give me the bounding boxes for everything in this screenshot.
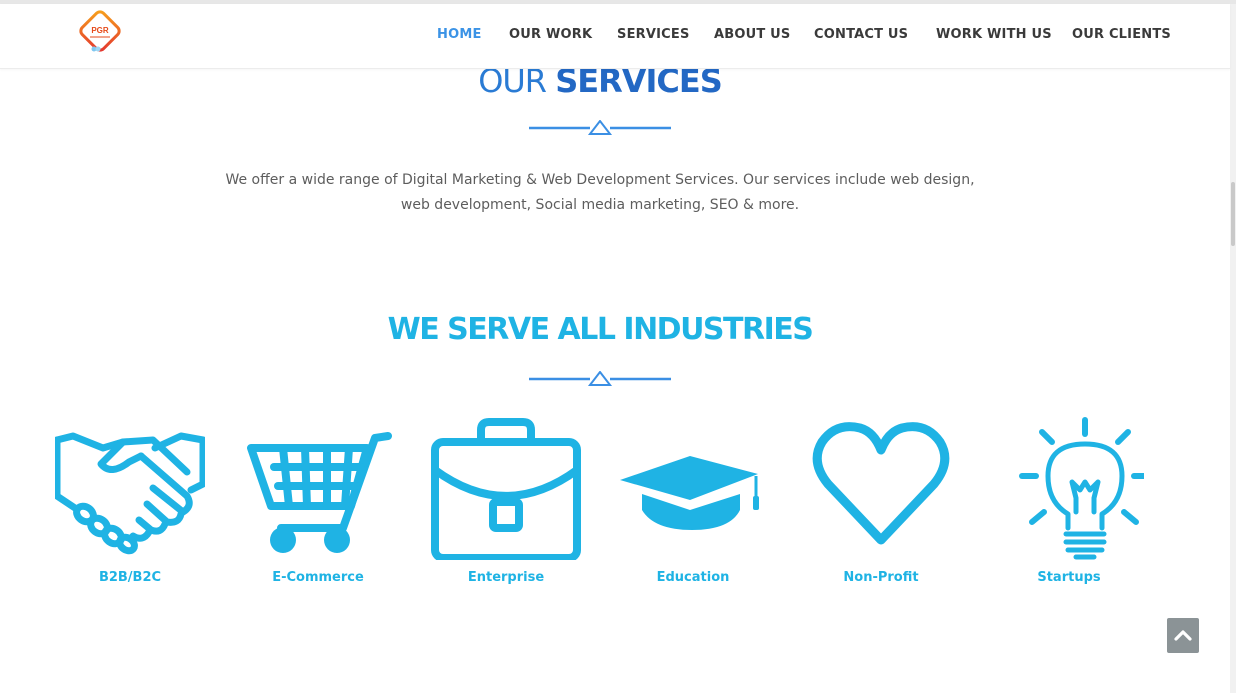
intro-line-1: We offer a wide range of Digital Marketi…	[225, 172, 975, 188]
nav-services[interactable]: SERVICES	[617, 27, 690, 42]
services-divider	[529, 120, 671, 135]
scrollbar-thumb[interactable]	[1231, 182, 1235, 246]
industry-e-commerce[interactable]: E-Commerce	[228, 410, 408, 600]
industry-label: Non-Profit	[843, 570, 919, 585]
handshake-icon	[55, 432, 205, 555]
industry-startups[interactable]: Startups	[979, 410, 1159, 600]
intro-line-2: web development, Social media marketing,…	[400, 197, 800, 213]
industries-title: WE SERVE ALL INDUSTRIES	[387, 312, 814, 347]
industry-non-profit[interactable]: Non-Profit	[791, 410, 971, 600]
graduation-cap-icon	[620, 456, 759, 530]
nav-about-us[interactable]: ABOUT US	[714, 27, 791, 42]
industry-label: Enterprise	[467, 570, 545, 585]
briefcase-icon	[431, 418, 581, 560]
industry-label: E-Commerce	[272, 570, 364, 585]
industry-label: Startups	[1037, 570, 1101, 585]
page-scrollbar[interactable]	[1230, 4, 1236, 693]
services-intro: We offer a wide range of Digital Marketi…	[200, 168, 1000, 218]
nav-work-with-us[interactable]: WORK WITH US	[936, 27, 1052, 42]
industry-enterprise[interactable]: Enterprise	[416, 410, 596, 600]
nav-contact-us[interactable]: CONTACT US	[814, 27, 908, 42]
nav-our-clients[interactable]: OUR CLIENTS	[1072, 27, 1171, 42]
industry-label: B2B/B2C	[98, 570, 162, 585]
industry-education[interactable]: Education	[603, 410, 783, 600]
nav-home[interactable]: HOME	[437, 27, 482, 42]
nav-our-work[interactable]: OUR WORK	[509, 27, 592, 42]
heart-icon	[812, 422, 950, 545]
chevron-up-icon	[1174, 630, 1192, 641]
industry-label: Education	[656, 570, 730, 585]
lightbulb-icon	[1019, 417, 1144, 560]
site-header: PGR HOME OUR WORK SERVICES ABOUT US CONT…	[0, 4, 1230, 69]
industry-b2b-b2c[interactable]: B2B/B2C	[40, 410, 220, 600]
industries-divider	[529, 371, 671, 386]
pgr-logo[interactable]: PGR	[76, 7, 128, 59]
back-to-top-button[interactable]	[1167, 618, 1199, 653]
shopping-cart-icon	[247, 432, 392, 553]
svg-text:PGR: PGR	[91, 26, 109, 35]
